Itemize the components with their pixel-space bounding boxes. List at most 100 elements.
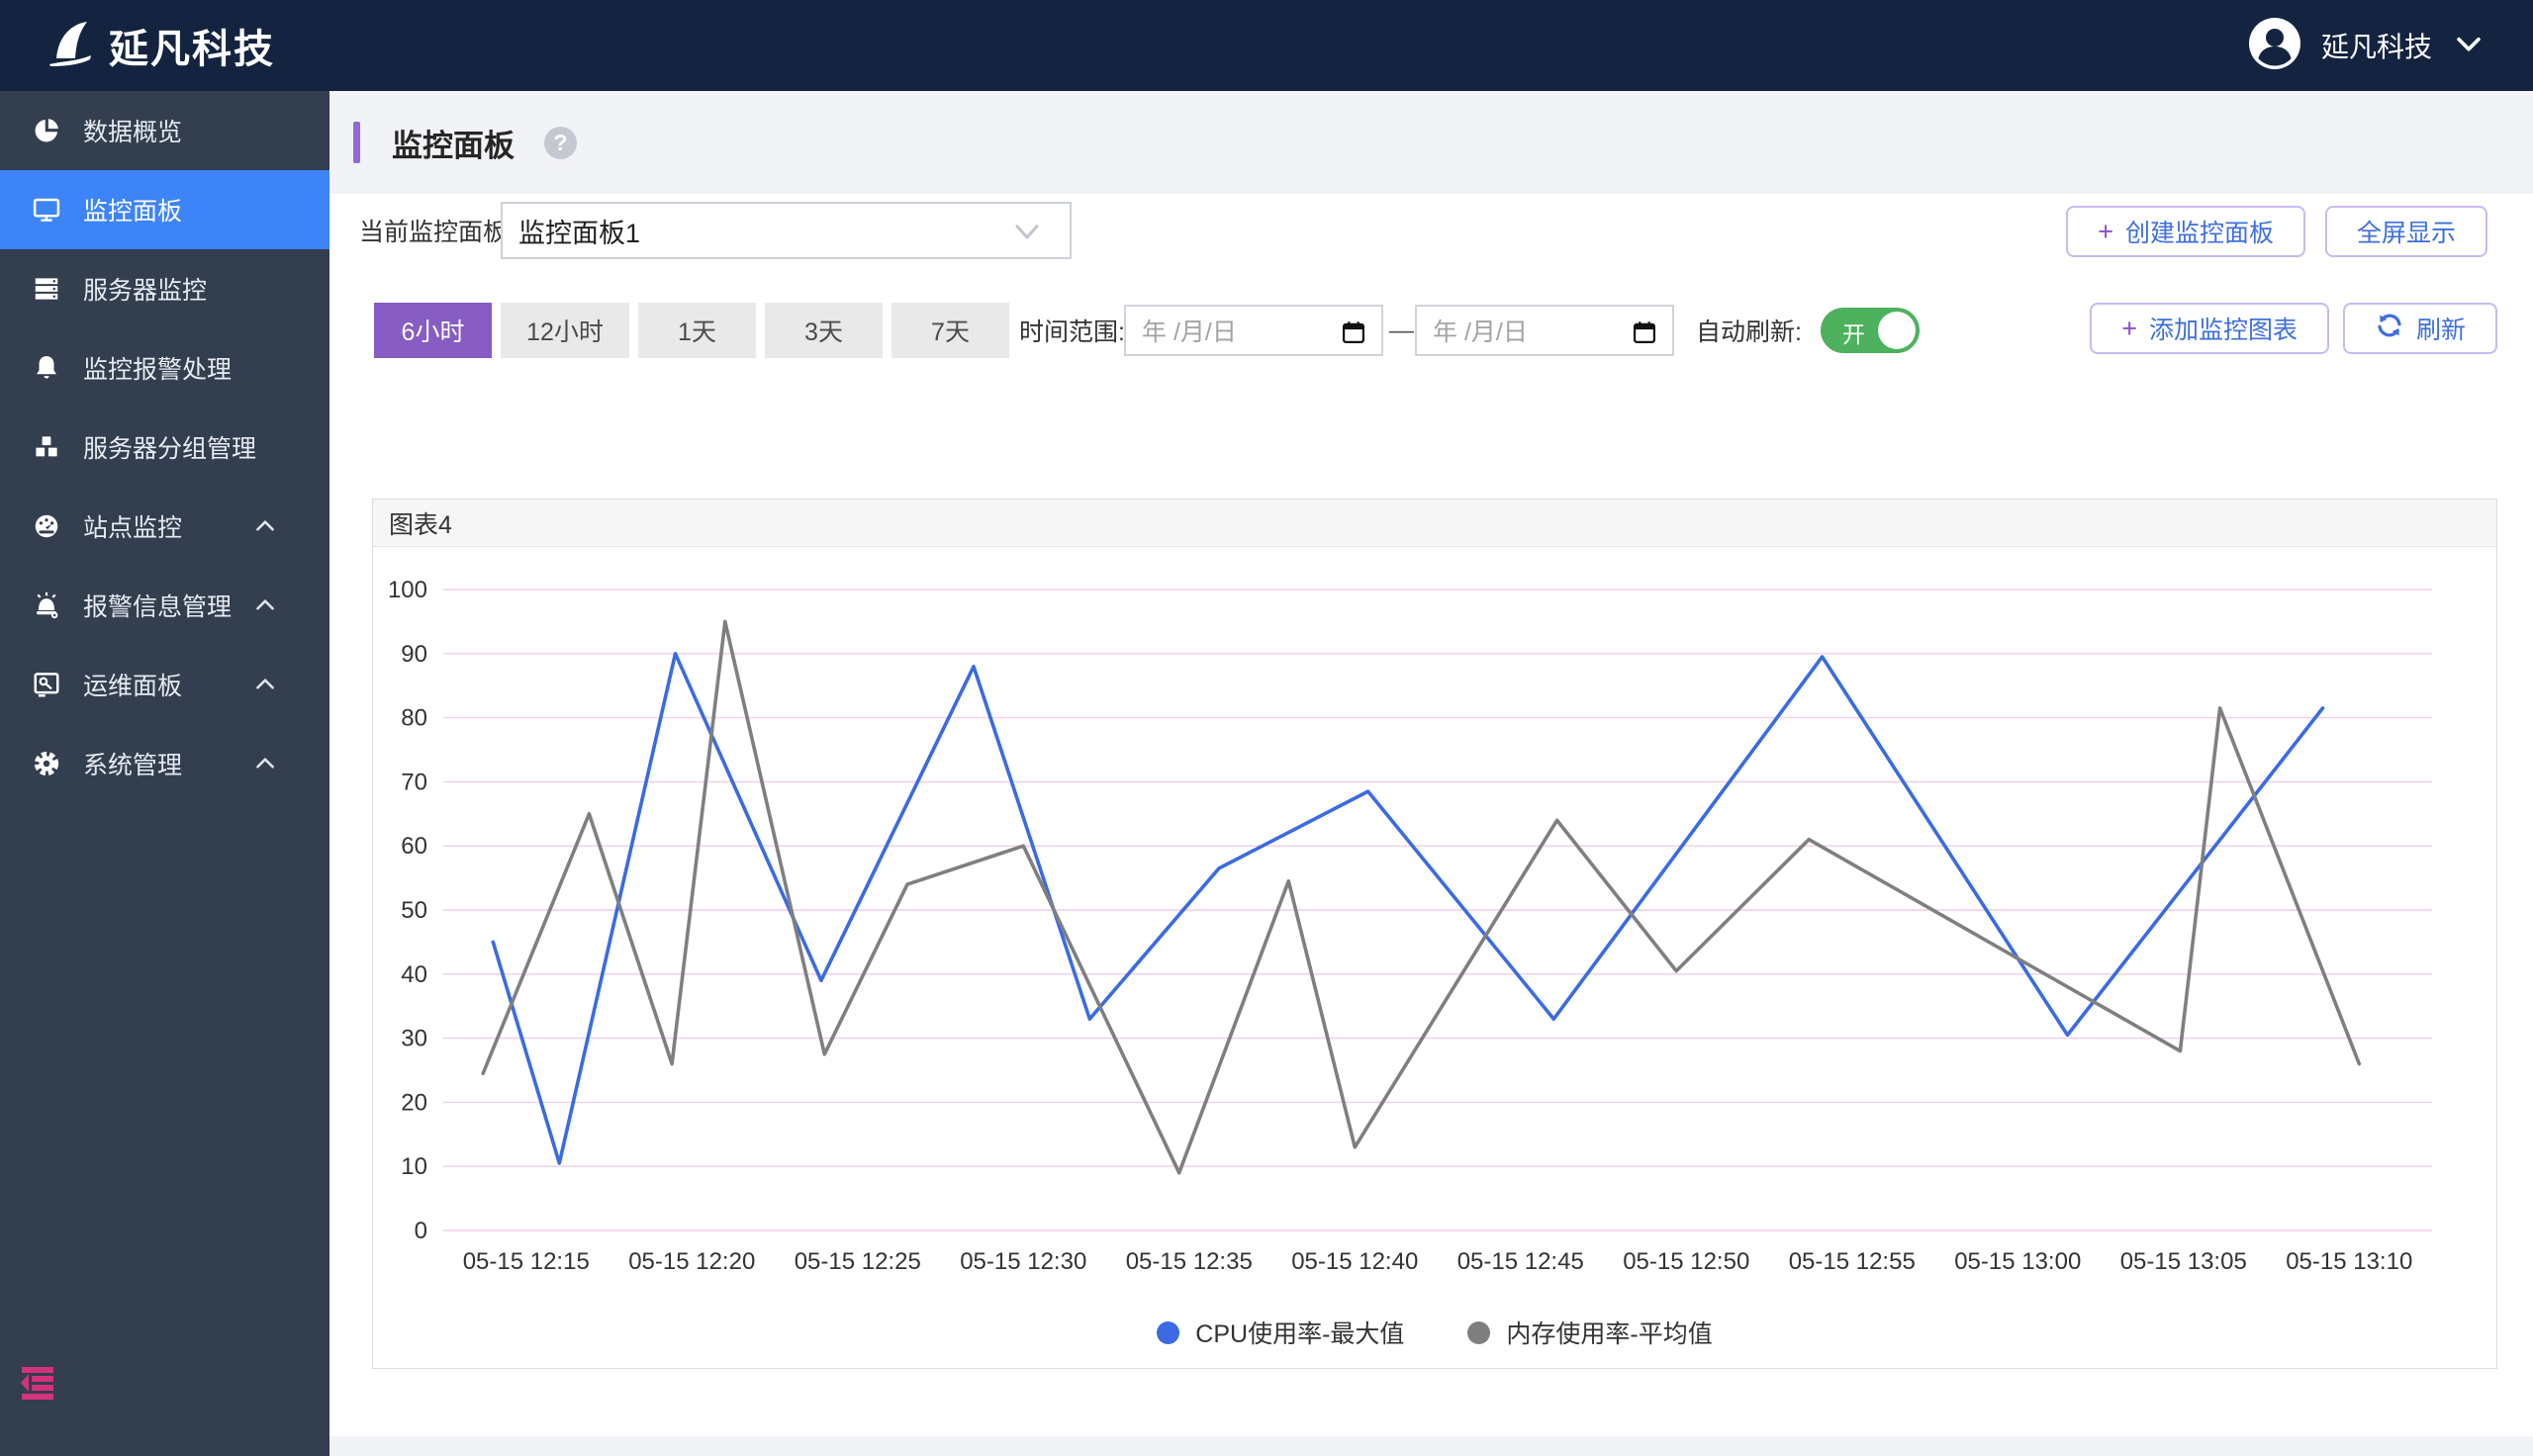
sidebar-item-1[interactable]: 监控面板: [0, 170, 329, 249]
chart-panel: 图表4 0 10 20 30 40 50 60 70 80 90 100 05-15 12:15 05-…: [372, 499, 2497, 1369]
x-axis-tick-label: 05-15 13:05: [2120, 1248, 2247, 1275]
sidebar-item-label: 运维面板: [83, 673, 183, 700]
y-axis-tick-label: 10: [401, 1153, 427, 1180]
panel-select-dropdown[interactable]: 监控面板1: [501, 202, 1072, 259]
legend-item-1[interactable]: 内存使用率-平均值: [1467, 1315, 1713, 1350]
plus-icon: +: [2098, 216, 2113, 246]
toggle-knob: [1878, 312, 1916, 349]
range-button-4[interactable]: 7天: [891, 303, 1009, 358]
sidebar-item-label: 报警信息管理: [83, 593, 233, 621]
range-button-0[interactable]: 6小时: [374, 303, 492, 358]
brand-logo: 延凡科技: [42, 16, 275, 76]
panel-actions: + 创建监控面板 全屏显示: [2066, 206, 2487, 257]
current-panel-label: 当前监控面板: [359, 219, 509, 246]
help-icon[interactable]: ?: [544, 126, 577, 159]
series-line-0: [491, 652, 2325, 1165]
sidebar-item-label: 监控报警处理: [83, 356, 233, 384]
page-header: 监控面板 ?: [329, 91, 2533, 194]
sidebar-item-label: 监控面板: [83, 198, 183, 226]
y-axis-tick-label: 30: [401, 1026, 427, 1052]
sidebar-item-8[interactable]: 系统管理: [0, 724, 329, 803]
range-button-2[interactable]: 1天: [638, 303, 756, 358]
time-range-buttons: 6小时 12小时 1天 3天 7天: [374, 303, 1009, 358]
y-axis-tick-label: 70: [401, 769, 427, 795]
refresh-label: 刷新: [2415, 317, 2466, 344]
gear-icon: [32, 749, 61, 778]
legend-item-0[interactable]: CPU使用率-最大值: [1157, 1315, 1404, 1350]
chart-title: 图表4: [389, 510, 452, 539]
y-axis-tick-label: 20: [401, 1089, 427, 1116]
chevron-up-icon: [252, 672, 278, 697]
start-date-placeholder: 年 /月/日: [1142, 318, 1237, 346]
x-axis-tick-label: 05-15 12:50: [1623, 1248, 1749, 1275]
title-accent-bar: [353, 122, 360, 163]
main-area: 监控面板 ? 当前监控面板 监控面板1 + 创建监控面板 全屏显示 6小时 12…: [329, 91, 2533, 1456]
sidebar-menu: 数据概览监控面板服务器监控监控报警处理 服务器分组管理 站点监控报警信息管理 运维面板…: [0, 91, 329, 803]
collapse-menu-icon[interactable]: [18, 1365, 57, 1401]
pie-chart-icon: [32, 116, 61, 145]
create-panel-button[interactable]: + 创建监控面板: [2066, 206, 2305, 257]
y-axis-tick-label: 90: [401, 641, 427, 668]
x-axis-tick-label: 05-15 13:10: [2286, 1248, 2412, 1275]
fullscreen-button[interactable]: 全屏显示: [2324, 206, 2487, 257]
sidebar: 数据概览监控面板服务器监控监控报警处理 服务器分组管理 站点监控报警信息管理 运维面板…: [0, 91, 329, 1456]
refresh-button[interactable]: 刷新: [2342, 303, 2497, 354]
y-axis-tick-label: 50: [401, 897, 427, 924]
auto-refresh-toggle[interactable]: 开: [1821, 308, 1920, 353]
legend-dot-icon: [1467, 1320, 1491, 1344]
range-button-1[interactable]: 12小时: [501, 303, 629, 358]
x-axis-tick-label: 05-15 12:15: [463, 1248, 590, 1275]
fullscreen-label: 全屏显示: [2356, 220, 2456, 247]
chart-actions: + 添加监控图表 刷新: [2090, 303, 2497, 354]
add-chart-button[interactable]: + 添加监控图表: [2090, 303, 2329, 354]
auto-refresh-label: 自动刷新:: [1696, 318, 1802, 346]
calendar-icon[interactable]: [1631, 318, 1658, 351]
toolbar-row: 6小时12小时1天3天7天 时间范围: 年 /月/日 — 年 /月/日: [374, 303, 2497, 358]
sidebar-item-5[interactable]: 站点监控: [0, 487, 329, 566]
x-axis-tick-label: 05-15 12:25: [795, 1248, 921, 1275]
chevron-down-icon: [1012, 220, 1042, 250]
start-date-input[interactable]: 年 /月/日: [1124, 305, 1383, 356]
sidebar-item-label: 站点监控: [83, 514, 183, 542]
monitor-icon: [32, 195, 61, 225]
refresh-icon: [2375, 311, 2404, 347]
avatar: [2248, 17, 2301, 75]
end-date-placeholder: 年 /月/日: [1433, 318, 1528, 346]
add-chart-label: 添加监控图表: [2148, 317, 2298, 344]
sidebar-item-4[interactable]: 服务器分组管理: [0, 408, 329, 487]
calendar-icon[interactable]: [1340, 318, 1367, 351]
ops-panel-icon: [32, 670, 61, 699]
plus-icon: +: [2121, 313, 2137, 343]
x-axis-tick-label: 05-15 12:40: [1291, 1248, 1418, 1275]
end-date-input[interactable]: 年 /月/日: [1415, 305, 1674, 356]
chevron-up-icon: [252, 751, 278, 776]
user-menu[interactable]: 延凡科技: [2248, 0, 2486, 91]
bell-icon: [32, 353, 61, 383]
sidebar-item-3[interactable]: 监控报警处理: [0, 328, 329, 408]
sidebar-item-label: 服务器分组管理: [83, 435, 257, 463]
y-axis-tick-label: 60: [401, 833, 427, 860]
chevron-up-icon: [252, 592, 278, 618]
sidebar-item-0[interactable]: 数据概览: [0, 91, 329, 170]
x-axis-tick-label: 05-15 12:30: [960, 1248, 1086, 1275]
page-title: 监控面板: [392, 128, 515, 163]
sidebar-item-label: 系统管理: [83, 752, 183, 779]
range-button-3[interactable]: 3天: [765, 303, 883, 358]
cubes-icon: [32, 432, 61, 462]
y-axis-tick-label: 80: [401, 705, 427, 732]
panel-select-value: 监控面板1: [518, 218, 641, 248]
chevron-down-icon: [2452, 27, 2486, 65]
server-icon: [32, 274, 61, 304]
gauge-icon: [32, 511, 61, 541]
sidebar-item-label: 数据概览: [83, 119, 183, 146]
line-chart: 0 10 20 30 40 50 60 70 80 90 100 05-15 12:15 05-15 1…: [388, 577, 2432, 1275]
sidebar-item-6[interactable]: 报警信息管理: [0, 566, 329, 645]
series-line-1: [481, 619, 2362, 1175]
sidebar-item-7[interactable]: 运维面板: [0, 645, 329, 724]
x-axis-tick-label: 05-15 12:20: [628, 1248, 755, 1275]
sidebar-item-2[interactable]: 服务器监控: [0, 249, 329, 328]
panel-select-row: 当前监控面板 监控面板1 + 创建监控面板 全屏显示: [329, 202, 2487, 259]
x-axis-tick-label: 05-15 12:45: [1457, 1248, 1584, 1275]
date-separator: —: [1389, 316, 1414, 344]
toggle-on-label: 开: [1842, 321, 1865, 347]
